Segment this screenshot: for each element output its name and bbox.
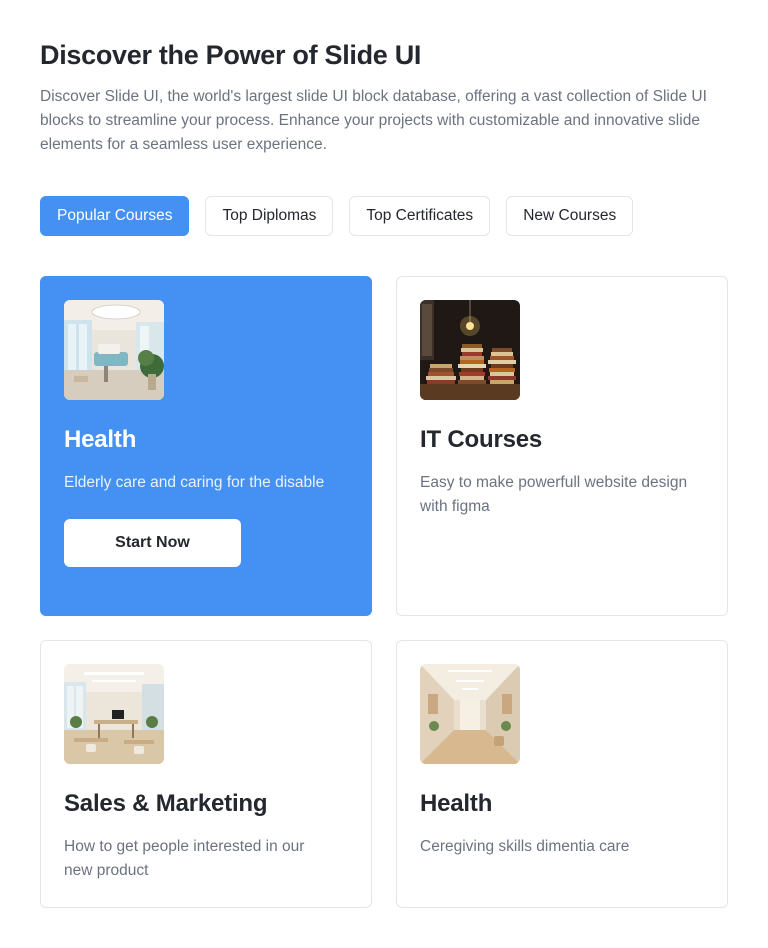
start-now-button[interactable]: Start Now <box>64 519 241 567</box>
hospital-corridor-image <box>420 664 520 764</box>
course-card-health[interactable]: Health Elderly care and caring for the d… <box>40 276 372 616</box>
card-title: IT Courses <box>420 426 543 453</box>
page-description: Discover Slide UI, the world's largest s… <box>40 88 707 153</box>
bright-clinic-interior-image <box>64 300 164 400</box>
card-title: Health <box>420 790 493 817</box>
card-description: Elderly care and caring for the disable <box>64 474 325 491</box>
tab-top-diplomas[interactable]: Top Diplomas <box>205 196 334 236</box>
office-interior-image <box>64 664 164 764</box>
course-tabs: Popular Courses Top Diplomas Top Certifi… <box>40 196 634 236</box>
tab-popular-courses[interactable]: Popular Courses <box>40 196 190 236</box>
page: Discover the Power of Slide UI Discover … <box>0 0 768 948</box>
course-card-sales-marketing[interactable]: Sales & Marketing How to get people inte… <box>40 640 372 908</box>
card-description: Easy to make powerfull website design wi… <box>420 474 688 515</box>
tab-top-certificates[interactable]: Top Certificates <box>349 196 491 236</box>
page-title: Discover the Power of Slide UI <box>40 40 422 70</box>
card-title: Sales & Marketing <box>64 790 268 817</box>
card-description: How to get people interested in our new … <box>64 838 305 879</box>
stacked-books-image <box>420 300 520 400</box>
card-title: Health <box>64 426 137 453</box>
course-card-it-courses[interactable]: IT Courses Easy to make powerfull websit… <box>396 276 728 616</box>
card-description: Ceregiving skills dimentia care <box>420 838 630 855</box>
tab-new-courses[interactable]: New Courses <box>506 196 634 236</box>
course-card-health-dementia[interactable]: Health Ceregiving skills dimentia care <box>396 640 728 908</box>
